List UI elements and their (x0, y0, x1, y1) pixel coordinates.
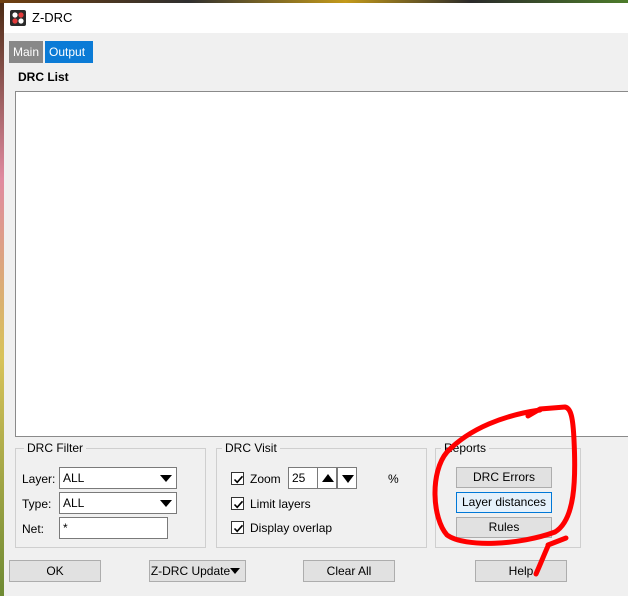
zoom-increase-button[interactable] (317, 467, 337, 489)
ok-button[interactable]: OK (9, 560, 101, 582)
window-title: Z-DRC (32, 10, 73, 25)
type-dropdown-value: ALL (63, 496, 85, 510)
title-bar[interactable] (4, 3, 628, 33)
app-logo-icon (10, 10, 26, 26)
z-drc-update-label: Z-DRC Update (150, 564, 231, 578)
drc-errors-button[interactable]: DRC Errors (456, 467, 552, 488)
chevron-down-icon (230, 568, 240, 574)
layer-dropdown-value: ALL (63, 471, 85, 485)
zoom-label: Zoom (250, 472, 281, 486)
chevron-down-icon (160, 500, 172, 507)
layer-label: Layer: (22, 472, 56, 486)
type-label: Type: (22, 497, 52, 511)
help-button[interactable]: Help (475, 560, 567, 582)
checkmark-icon (233, 524, 244, 533)
rules-button[interactable]: Rules (456, 517, 552, 538)
reports-title: Reports (441, 441, 490, 455)
drc-filter-title: DRC Filter (24, 441, 86, 455)
tab-output[interactable]: Output (45, 41, 93, 63)
clear-all-button[interactable]: Clear All (303, 560, 395, 582)
net-input[interactable]: * (59, 517, 168, 539)
zoom-decrease-button[interactable] (337, 467, 357, 489)
tab-main[interactable]: Main (9, 41, 43, 63)
zoom-input[interactable]: 25 (288, 467, 318, 489)
chevron-down-icon (160, 475, 172, 482)
type-dropdown[interactable]: ALL (59, 492, 177, 514)
drc-list-label: DRC List (18, 70, 69, 84)
display-overlap-label: Display overlap (250, 521, 333, 535)
layer-distances-button[interactable]: Layer distances (456, 492, 552, 513)
display-overlap-checkbox[interactable] (231, 521, 244, 534)
net-label: Net: (22, 522, 45, 536)
drc-list[interactable] (15, 91, 628, 437)
checkmark-icon (233, 500, 244, 509)
zoom-checkbox[interactable] (231, 472, 244, 485)
limit-layers-label: Limit layers (250, 497, 311, 511)
z-drc-update-button[interactable]: Z-DRC Update (149, 560, 246, 582)
layer-dropdown[interactable]: ALL (59, 467, 177, 489)
zoom-unit-label: % (388, 472, 399, 486)
limit-layers-checkbox[interactable] (231, 497, 244, 510)
checkmark-icon (233, 475, 244, 484)
triangle-down-icon (342, 475, 354, 483)
drc-visit-title: DRC Visit (222, 441, 280, 455)
triangle-up-icon (322, 474, 334, 482)
